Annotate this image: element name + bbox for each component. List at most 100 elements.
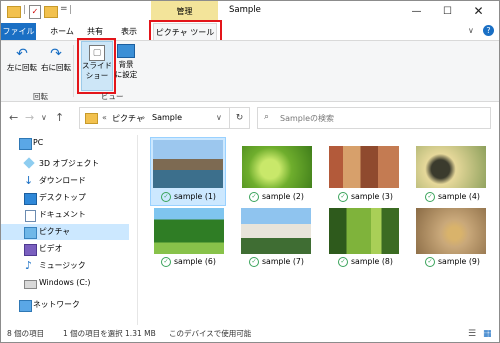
- separator: |: [69, 5, 73, 15]
- up-button[interactable]: ↑: [55, 111, 64, 124]
- large-icons-view-icon[interactable]: ▦: [483, 326, 492, 342]
- group-label-view: ビュー: [101, 92, 124, 101]
- file-item-7[interactable]: ✓ sample (7): [249, 257, 304, 267]
- breadcrumb-overflow[interactable]: «: [102, 113, 107, 122]
- new-folder-icon[interactable]: [44, 6, 58, 18]
- rotate-right-label: 右に回転: [41, 63, 71, 72]
- 3d-objects-icon: [23, 157, 35, 169]
- nav-item-music[interactable]: ♪ ミュージック: [1, 258, 129, 274]
- nav-item-windows-c[interactable]: Windows (C:): [1, 275, 129, 291]
- tab-view[interactable]: 表示: [116, 23, 142, 40]
- help-icon[interactable]: ?: [483, 25, 494, 36]
- search-box[interactable]: ⌕ Sampleの検索: [257, 107, 491, 129]
- file-thumbnail[interactable]: [153, 140, 223, 188]
- set-background-label-1: 背景: [118, 60, 134, 69]
- pictures-icon: [24, 227, 37, 239]
- breadcrumb-sample[interactable]: Sample: [152, 113, 182, 122]
- item-count: 8 個の項目: [7, 329, 45, 338]
- navigation-pane: PC 3D オブジェクト ↓ ダウンロード デスクトップ ドキュメント ピクチャ…: [1, 135, 131, 325]
- nav-item-label: ミュージック: [39, 261, 86, 270]
- availability-status: このデバイスで使用可能: [169, 329, 252, 338]
- properties-icon[interactable]: ✓: [29, 5, 41, 19]
- sync-status-icon: ✓: [425, 192, 435, 202]
- nav-item-3d-objects[interactable]: 3D オブジェクト: [1, 156, 129, 172]
- address-bar[interactable]: « ピクチャ › Sample ∨: [79, 107, 247, 129]
- separator: |: [23, 5, 27, 15]
- desktop-background-icon: [117, 44, 135, 58]
- forward-button[interactable]: →: [25, 111, 34, 124]
- search-input[interactable]: Sampleの検索: [280, 113, 334, 124]
- pane-divider: [137, 135, 138, 325]
- breadcrumb-pictures[interactable]: ピクチャ: [112, 113, 144, 124]
- set-background-button[interactable]: 背景 に設定: [113, 41, 139, 80]
- close-button[interactable]: ✕: [463, 1, 494, 22]
- nav-item-documents[interactable]: ドキュメント: [1, 207, 129, 223]
- videos-icon: [24, 244, 37, 256]
- file-thumbnail[interactable]: [416, 208, 486, 254]
- network-icon: [19, 300, 32, 312]
- sync-status-icon: ✓: [161, 192, 171, 202]
- file-thumbnail[interactable]: [329, 208, 399, 254]
- recent-locations-button[interactable]: ∨: [41, 113, 47, 122]
- nav-item-label: ネットワーク: [33, 300, 80, 309]
- nav-item-label: Windows (C:): [39, 278, 91, 287]
- sync-status-icon: ✓: [425, 257, 435, 267]
- breadcrumb-separator: ›: [142, 113, 146, 122]
- details-view-icon[interactable]: ☰: [468, 326, 476, 342]
- file-item-2[interactable]: ✓ sample (2): [249, 192, 304, 202]
- file-thumbnail[interactable]: [329, 146, 399, 188]
- sync-status-icon: ✓: [338, 257, 348, 267]
- file-item-1[interactable]: ✓ sample (1): [161, 192, 216, 202]
- tab-file[interactable]: ファイル: [1, 23, 36, 40]
- file-thumbnail[interactable]: [241, 208, 311, 254]
- search-icon: ⌕: [264, 112, 270, 122]
- context-tab-header: 管理: [151, 1, 218, 22]
- nav-item-desktop[interactable]: デスクトップ: [1, 190, 129, 206]
- file-item-3[interactable]: ✓ sample (3): [338, 192, 393, 202]
- file-thumbnail[interactable]: [242, 146, 312, 188]
- nav-item-label: ダウンロード: [39, 176, 86, 185]
- sync-status-icon: ✓: [249, 192, 259, 202]
- title-bar: | ✓ = | 管理 Sample — ☐ ✕: [1, 1, 499, 23]
- pc-icon: [19, 138, 32, 150]
- rotate-left-button[interactable]: ↶ 左に回転: [5, 45, 39, 73]
- file-thumbnail[interactable]: [416, 146, 486, 188]
- back-button[interactable]: ←: [9, 111, 18, 124]
- file-item-9[interactable]: ✓ sample (9): [425, 257, 480, 267]
- file-name: sample (9): [438, 257, 480, 266]
- file-name: sample (2): [262, 192, 304, 201]
- rotate-right-button[interactable]: ↷ 右に回転: [39, 45, 73, 73]
- file-item-8[interactable]: ✓ sample (8): [338, 257, 393, 267]
- rotate-right-icon: ↷: [50, 46, 62, 62]
- customize-qat-icon[interactable]: =: [60, 4, 68, 14]
- minimize-button[interactable]: —: [401, 1, 432, 22]
- chevron-down-icon[interactable]: ∨: [216, 113, 222, 122]
- nav-item-label: デスクトップ: [39, 193, 86, 202]
- chevron-down-icon[interactable]: ∨: [468, 26, 474, 35]
- ribbon-tabs: ファイル ホーム 共有 表示 ピクチャ ツール ∨ ?: [1, 20, 499, 44]
- tab-home[interactable]: ホーム: [46, 23, 78, 40]
- folder-icon: [85, 113, 98, 124]
- nav-item-pictures[interactable]: ピクチャ: [1, 224, 129, 240]
- file-name: sample (7): [262, 257, 304, 266]
- file-name: sample (8): [351, 257, 393, 266]
- sync-status-icon: ✓: [249, 257, 259, 267]
- selection-info: 1 個の項目を選択 1.31 MB: [63, 329, 156, 338]
- file-thumbnail[interactable]: [154, 208, 224, 254]
- file-item-6[interactable]: ✓ sample (6): [161, 257, 216, 267]
- rotate-left-icon: ↶: [16, 46, 28, 62]
- file-name: sample (6): [174, 257, 216, 266]
- rotate-left-label: 左に回転: [7, 63, 37, 72]
- file-item-4[interactable]: ✓ sample (4): [425, 192, 480, 202]
- documents-icon: [25, 210, 36, 222]
- nav-item-label: PC: [33, 138, 44, 147]
- nav-item-network[interactable]: ネットワーク: [1, 297, 129, 313]
- sync-status-icon: ✓: [338, 192, 348, 202]
- nav-item-pc[interactable]: PC: [1, 135, 129, 151]
- explorer-window: | ✓ = | 管理 Sample — ☐ ✕ ファイル ホーム 共有 表示 ピ…: [0, 0, 500, 343]
- nav-item-label: 3D オブジェクト: [39, 159, 100, 168]
- refresh-button[interactable]: ↻: [229, 107, 250, 129]
- nav-item-downloads[interactable]: ↓ ダウンロード: [1, 173, 129, 189]
- nav-item-videos[interactable]: ビデオ: [1, 241, 129, 257]
- maximize-button[interactable]: ☐: [432, 1, 463, 22]
